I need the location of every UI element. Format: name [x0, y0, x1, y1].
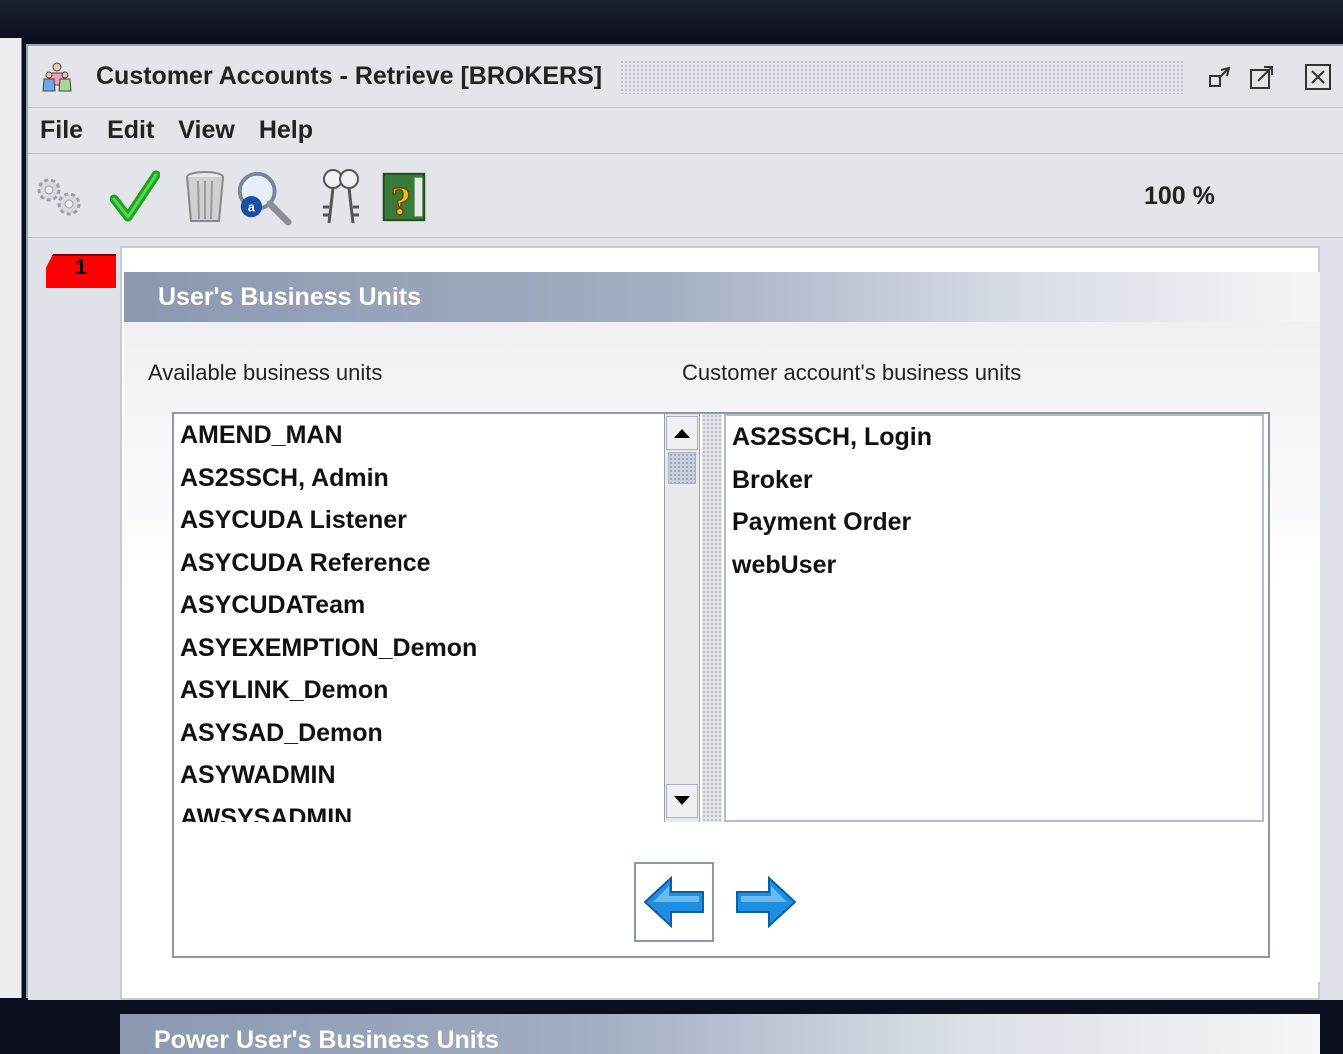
move-left-button[interactable] [634, 862, 714, 942]
available-list-scrollbar[interactable] [664, 414, 700, 822]
close-icon[interactable] [1301, 60, 1335, 94]
content-area: 1 User's Business Units Available busine… [28, 240, 1343, 1054]
list-item[interactable]: ASYCUDATeam [174, 584, 664, 627]
available-units-label: Available business units [148, 360, 383, 385]
screen-top-strip [0, 0, 1343, 38]
svg-text:a: a [248, 201, 256, 215]
help-icon[interactable]: ? [374, 168, 432, 226]
list-item[interactable]: AMEND_MAN [174, 414, 664, 457]
list-splitter[interactable] [702, 414, 722, 822]
list-item[interactable]: ASYEXEMPTION_Demon [174, 627, 664, 670]
menu-edit[interactable]: Edit [95, 116, 166, 145]
list-item[interactable]: Payment Order [726, 501, 1262, 544]
background-window-edge [0, 38, 22, 998]
tab-strip [46, 288, 118, 1000]
list-item[interactable]: webUser [726, 544, 1262, 587]
available-units-list[interactable]: AMEND_MAN AS2SSCH, Admin ASYCUDA Listene… [174, 414, 664, 822]
list-item[interactable]: Broker [726, 459, 1262, 502]
zoom-level: 100 % [1144, 182, 1215, 210]
menu-help[interactable]: Help [247, 116, 325, 145]
menu-bar: File Edit View Help [28, 108, 1343, 154]
list-item[interactable]: ASYLINK_Demon [174, 669, 664, 712]
checkmark-icon[interactable] [106, 168, 164, 226]
transfer-buttons [634, 862, 806, 942]
arrow-right-icon [736, 875, 797, 929]
gears-icon[interactable] [30, 168, 88, 226]
trash-can-icon[interactable] [176, 168, 234, 226]
section-header-business-units[interactable]: User's Business Units [124, 272, 1320, 322]
menu-view[interactable]: View [166, 116, 247, 145]
menu-file[interactable]: File [28, 116, 95, 145]
section-header-power-users[interactable]: Power User's Business Units [120, 1014, 1320, 1054]
list-item[interactable]: ASYSAD_Demon [174, 712, 664, 755]
title-grip [620, 59, 1185, 94]
tab-1[interactable]: 1 [46, 254, 116, 288]
minimize-icon[interactable] [1203, 60, 1237, 94]
business-units-section: Available business units Customer accoun… [124, 322, 1320, 982]
move-right-button[interactable] [726, 862, 806, 942]
business-units-box: AMEND_MAN AS2SSCH, Admin ASYCUDA Listene… [172, 412, 1270, 958]
list-item[interactable]: AS2SSCH, Login [726, 416, 1262, 459]
keys-icon[interactable] [312, 168, 370, 226]
assigned-units-list[interactable]: AS2SSCH, Login Broker Payment Order webU… [724, 414, 1264, 822]
internal-frame: Customer Accounts - Retrieve [BROKERS] F… [26, 44, 1343, 1054]
app-icon [40, 60, 74, 94]
search-icon[interactable]: a [234, 168, 292, 226]
title-bar[interactable]: Customer Accounts - Retrieve [BROKERS] [28, 46, 1343, 108]
toolbar: a ? 100 % [28, 156, 1343, 238]
list-item[interactable]: ASYWADMIN [174, 754, 664, 797]
scroll-thumb[interactable] [668, 452, 696, 484]
svg-text:?: ? [391, 178, 411, 223]
list-item[interactable]: AWSYSADMIN [174, 797, 664, 823]
list-item[interactable]: ASYCUDA Reference [174, 542, 664, 585]
maximize-icon[interactable] [1245, 60, 1279, 94]
scroll-down-icon[interactable] [666, 784, 698, 818]
list-item[interactable]: ASYCUDA Listener [174, 499, 664, 542]
arrow-left-icon [643, 875, 704, 929]
list-item[interactable]: AS2SSCH, Admin [174, 457, 664, 500]
window-title: Customer Accounts - Retrieve [BROKERS] [96, 62, 603, 90]
form-panel: User's Business Units Available business… [120, 246, 1320, 1000]
scroll-up-icon[interactable] [666, 416, 698, 450]
assigned-units-label: Customer account's business units [682, 360, 1022, 385]
